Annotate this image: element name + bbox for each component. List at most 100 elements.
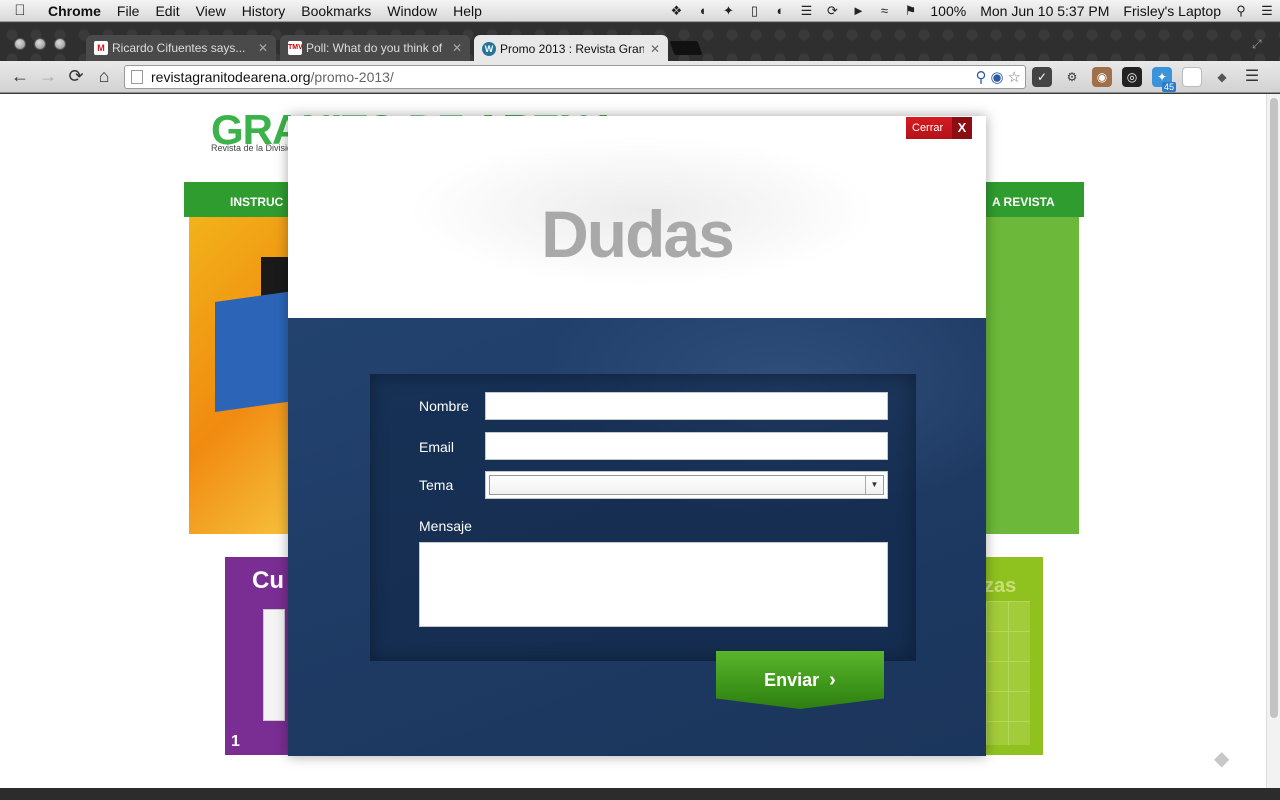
close-label: Cerrar (912, 122, 944, 134)
grid-graphic (986, 601, 1030, 745)
blank-extension-icon[interactable] (1182, 67, 1202, 87)
zoom-window-icon[interactable] (54, 38, 66, 50)
email-field[interactable] (485, 432, 888, 460)
extension-icons: ✓ ⚙ ◉ ◎ ✦ 45 ◆ ☰ (1032, 61, 1262, 93)
modal-title: Dudas (541, 197, 735, 271)
topic-select[interactable]: ▼ (485, 471, 888, 499)
omnibox-icons: ⚲ ◉ ☆ (975, 68, 1025, 86)
close-icon[interactable]: ✕ (650, 42, 660, 56)
tab-title: Ricardo Cifuentes says... (112, 41, 246, 55)
wifi-icon[interactable]: ≈ (871, 3, 897, 18)
bottom-edge (0, 788, 1280, 800)
message-label: Mensaje (419, 518, 472, 534)
tab-gmail[interactable]: M Ricardo Cifuentes says... ✕ (86, 35, 276, 61)
fullscreen-icon[interactable]: ⤢ (1252, 37, 1262, 52)
send-button[interactable]: Enviar › (716, 651, 884, 709)
bookmark-star-icon[interactable]: ☆ (1008, 68, 1021, 86)
clock[interactable]: Mon Jun 10 5:37 PM (973, 3, 1116, 19)
modal-body: Nombre Email Tema ▼ Mensaje Enviar › (288, 318, 986, 756)
menu-edit[interactable]: Edit (147, 3, 187, 19)
forward-arrow-icon[interactable]: → (34, 66, 62, 87)
menu-app-chrome[interactable]: Chrome (40, 3, 109, 19)
close-icon[interactable]: ✕ (452, 41, 462, 55)
spotlight-search-icon[interactable]: ⚲ (1228, 3, 1254, 19)
hero-banner-right (980, 217, 1079, 534)
name-label: Nombre (419, 398, 469, 414)
promo-card-right[interactable]: zas (980, 557, 1043, 755)
close-icon[interactable]: X (952, 117, 972, 139)
promo-card-cuentos[interactable]: Cu 1 (225, 557, 295, 755)
menu-bookmarks[interactable]: Bookmarks (293, 3, 379, 19)
sync-icon[interactable]: ⟳ (819, 3, 845, 19)
twitter-icon[interactable]: ✦ 45 (1152, 67, 1176, 92)
home-icon[interactable]: ⌂ (90, 66, 118, 87)
close-window-icon[interactable] (14, 38, 26, 50)
user-name[interactable]: Frisley's Laptop (1116, 3, 1228, 19)
dropbox-icon[interactable]: ❖ (663, 3, 689, 19)
close-modal-button[interactable]: Cerrar X (906, 117, 972, 139)
contact-form: Nombre Email Tema ▼ Mensaje (370, 374, 916, 661)
page-icon (131, 70, 143, 84)
gear-icon[interactable]: ⚙ (1062, 67, 1082, 87)
apple-icon[interactable]:  (0, 2, 40, 19)
bird-icon[interactable]: ✦ (715, 3, 741, 19)
menu-view[interactable]: View (188, 3, 234, 19)
new-tab-button[interactable] (669, 41, 703, 55)
page-scrollbar[interactable] (1266, 94, 1280, 788)
flag-icon[interactable]: ⚑ (897, 3, 923, 19)
tmv-icon: TMV (288, 41, 303, 55)
minimize-window-icon[interactable] (34, 38, 46, 50)
card-number: 1 (231, 733, 240, 750)
pocket-icon[interactable]: ✓ (1032, 67, 1052, 87)
status-area: ❖ ◖ ✦ ▯ ◐ ☰ ⟳ ► ≈ ⚑ 100% Mon Jun 10 5:37… (663, 0, 1280, 22)
tab-strip: M Ricardo Cifuentes says... ✕ TMV Poll: … (0, 23, 1280, 62)
menu-help[interactable]: Help (445, 3, 490, 19)
url-path: /promo-2013/ (310, 69, 394, 85)
tab-promo-2013[interactable]: W Promo 2013 : Revista Gran ✕ (474, 35, 668, 62)
menu-icon[interactable]: ☰ (1242, 67, 1262, 87)
nav-link-instrucciones[interactable]: INSTRUC (230, 195, 283, 209)
scrollbar-thumb[interactable] (1270, 98, 1278, 718)
notification-zero-icon[interactable]: ▯ (741, 3, 767, 19)
tab-title: Promo 2013 : Revista Gran (500, 41, 644, 56)
instagram-icon[interactable]: ◉ (1092, 67, 1112, 87)
email-label: Email (419, 439, 455, 455)
wordpress-icon[interactable]: ◉ (990, 68, 1003, 86)
wordpress-icon: W (482, 41, 496, 56)
headset-icon[interactable]: ◐ (767, 3, 793, 18)
menu-window[interactable]: Window (379, 3, 445, 19)
reload-icon[interactable]: ⟳ (62, 66, 90, 87)
contact-modal: Dudas Cerrar X Nombre Email Tema ▼ Mensa… (288, 116, 986, 756)
send-label: Enviar (764, 669, 820, 690)
feedly-icon[interactable]: ◆ (1212, 67, 1232, 87)
tab-title: Poll: What do you think of (306, 41, 443, 55)
notification-center-icon[interactable]: ☰ (1254, 3, 1280, 19)
nav-link-revista[interactable]: A REVISTA (992, 195, 1055, 209)
browser-toolbar: ← → ⟳ ⌂ revistagranitodearena.org/promo-… (0, 61, 1280, 93)
feedly-corner-icon[interactable]: ◆ (1214, 746, 1236, 770)
twitter-badge: 45 (1161, 82, 1176, 92)
paper-graphic (263, 609, 285, 721)
menu-history[interactable]: History (234, 3, 294, 19)
back-arrow-icon[interactable]: ← (6, 66, 34, 87)
menu-bar:  Chrome File Edit View History Bookmark… (0, 0, 1280, 22)
address-bar[interactable]: revistagranitodearena.org/promo-2013/ ⚲ … (124, 65, 1026, 89)
menu-file[interactable]: File (109, 3, 148, 19)
chevron-down-icon[interactable]: ▼ (865, 476, 883, 494)
tab-poll[interactable]: TMV Poll: What do you think of ✕ (280, 35, 470, 61)
battery-status[interactable]: 100% (923, 3, 973, 19)
meter-icon[interactable]: ☰ (793, 3, 819, 19)
volume-icon[interactable]: ► (845, 3, 871, 18)
site-tagline: Revista de la División (211, 143, 298, 153)
search-zoom-icon[interactable]: ⚲ (975, 68, 986, 86)
name-field[interactable] (485, 392, 888, 420)
headphones-icon[interactable]: ◖ (689, 3, 715, 18)
gmail-icon: M (94, 41, 108, 55)
color-wheel-icon[interactable]: ◎ (1122, 67, 1142, 87)
url-host: revistagranitodearena.org (151, 69, 311, 85)
topic-select-box[interactable]: ▼ (489, 475, 884, 495)
modal-header: Dudas Cerrar X (288, 116, 986, 318)
card-title: Cu (252, 567, 284, 594)
close-icon[interactable]: ✕ (258, 41, 268, 55)
message-textarea[interactable] (419, 542, 888, 627)
